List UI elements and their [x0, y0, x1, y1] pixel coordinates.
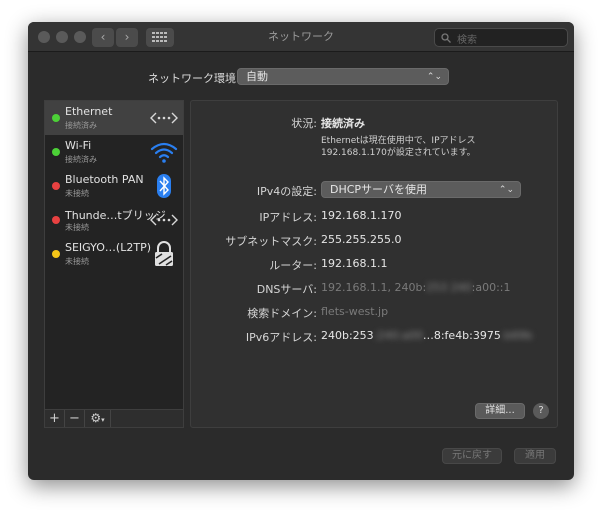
ipv6-part-b: …8:fe4b:3975	[422, 329, 501, 342]
help-button[interactable]: ?	[533, 403, 549, 419]
ipv6-part-a: 240b:253	[321, 329, 374, 342]
ethernet-arrows-icon	[150, 112, 178, 124]
status-dot-red	[52, 182, 60, 190]
router-value: 192.168.1.1	[321, 257, 388, 270]
ipv6-address-value: 240b:253:240:a00…8:fe4b:3975:b69b	[321, 329, 533, 342]
service-name: Ethernet	[65, 105, 113, 118]
gear-icon: ⚙	[90, 411, 102, 425]
bluetooth-icon	[157, 174, 171, 198]
status-dot-green	[52, 114, 60, 122]
search-domain-value: flets-west.jp	[321, 305, 389, 318]
location-value: 自動	[246, 70, 268, 83]
title-bar: ‹ › ネットワーク 検索	[28, 22, 574, 52]
subnet-mask-value: 255.255.255.0	[321, 233, 402, 246]
service-details-panel: 状況: 接続済み Ethernetは現在使用中で、IPアドレス 192.168.…	[190, 100, 558, 428]
service-item-thunderbolt-bridge[interactable]: Thunde…tブリッジ 未接続	[45, 203, 183, 237]
ipv4-config-popup[interactable]: DHCPサーバを使用 ⌃⌄	[321, 181, 521, 198]
dns-server-value: 192.168.1.1, 240b:253 240:a00::1	[321, 281, 511, 294]
ipv6-address-label: IPv6アドレス:	[245, 331, 317, 344]
ip-address-value: 192.168.1.170	[321, 209, 402, 222]
service-name: SEIGYO…(L2TP)	[65, 241, 151, 254]
ipv6-redacted-2: :b69b	[500, 329, 533, 342]
service-name: Wi-Fi	[65, 139, 92, 152]
location-popup[interactable]: 自動 ⌃⌄	[237, 68, 449, 85]
service-name: Bluetooth PAN	[65, 173, 144, 186]
search-placeholder: 検索	[457, 35, 477, 46]
status-dot-yellow	[52, 250, 60, 258]
service-item-vpn-l2tp[interactable]: SEIGYO…(L2TP) 未接続	[45, 237, 183, 271]
service-status: 未接続	[65, 257, 89, 266]
gear-menu-button[interactable]: ⚙▾	[85, 410, 111, 427]
service-status: 未接続	[65, 189, 89, 198]
updown-chevron-icon: ⌃⌄	[498, 185, 514, 195]
revert-button[interactable]: 元に戻す	[442, 448, 502, 464]
status-value: 接続済み	[321, 117, 365, 130]
search-icon	[441, 33, 451, 43]
updown-chevron-icon: ⌃⌄	[426, 72, 442, 82]
ip-address-label: IPアドレス:	[259, 211, 317, 224]
remove-service-button[interactable]: −	[65, 410, 85, 427]
subnet-mask-label: サブネットマスク:	[225, 235, 317, 248]
service-status: 未接続	[65, 223, 89, 232]
vpn-lock-icon	[155, 241, 173, 266]
service-status: 接続済み	[65, 155, 97, 164]
status-dot-red	[52, 216, 60, 224]
status-description-line-2: 192.168.1.170が設定されています。	[321, 148, 476, 158]
status-label: 状況:	[291, 117, 317, 130]
dns-part-a: 192.168.1.1, 240b:	[321, 281, 427, 294]
location-label: ネットワーク環境:	[148, 72, 240, 85]
dns-part-b: :a00::1	[471, 281, 511, 294]
service-item-bluetooth-pan[interactable]: Bluetooth PAN 未接続	[45, 169, 183, 203]
ipv4-config-value: DHCPサーバを使用	[330, 183, 427, 196]
service-list-toolbar: + − ⚙▾	[44, 410, 184, 428]
chevron-down-icon: ▾	[101, 416, 105, 424]
network-preferences-window: ‹ › ネットワーク 検索 ネットワーク環境: 自動 ⌃⌄ Ethernet 接…	[28, 22, 574, 480]
dns-server-label: DNSサーバ:	[256, 283, 317, 296]
status-description: Ethernetは現在使用中で、IPアドレス 192.168.1.170が設定さ…	[321, 135, 476, 159]
advanced-button[interactable]: 詳細...	[475, 403, 525, 419]
service-status: 接続済み	[65, 121, 97, 130]
service-item-ethernet[interactable]: Ethernet 接続済み	[45, 101, 183, 135]
ipv4-config-label: IPv4の設定:	[256, 185, 317, 198]
service-item-wifi[interactable]: Wi-Fi 接続済み	[45, 135, 183, 169]
status-description-line-1: Ethernetは現在使用中で、IPアドレス	[321, 136, 476, 146]
ethernet-arrows-icon	[150, 214, 178, 226]
router-label: ルーター:	[269, 259, 317, 272]
search-domain-label: 検索ドメイン:	[247, 307, 317, 320]
apply-button[interactable]: 適用	[514, 448, 556, 464]
add-service-button[interactable]: +	[45, 410, 65, 427]
ipv6-redacted: :240:a00	[373, 329, 423, 342]
service-list: Ethernet 接続済み Wi-Fi 接続済み Bluetooth PAN 未…	[44, 100, 184, 410]
status-dot-green	[52, 148, 60, 156]
dns-redacted: 253 240	[426, 281, 472, 294]
search-field[interactable]: 検索	[434, 28, 568, 47]
wifi-icon	[150, 142, 178, 163]
